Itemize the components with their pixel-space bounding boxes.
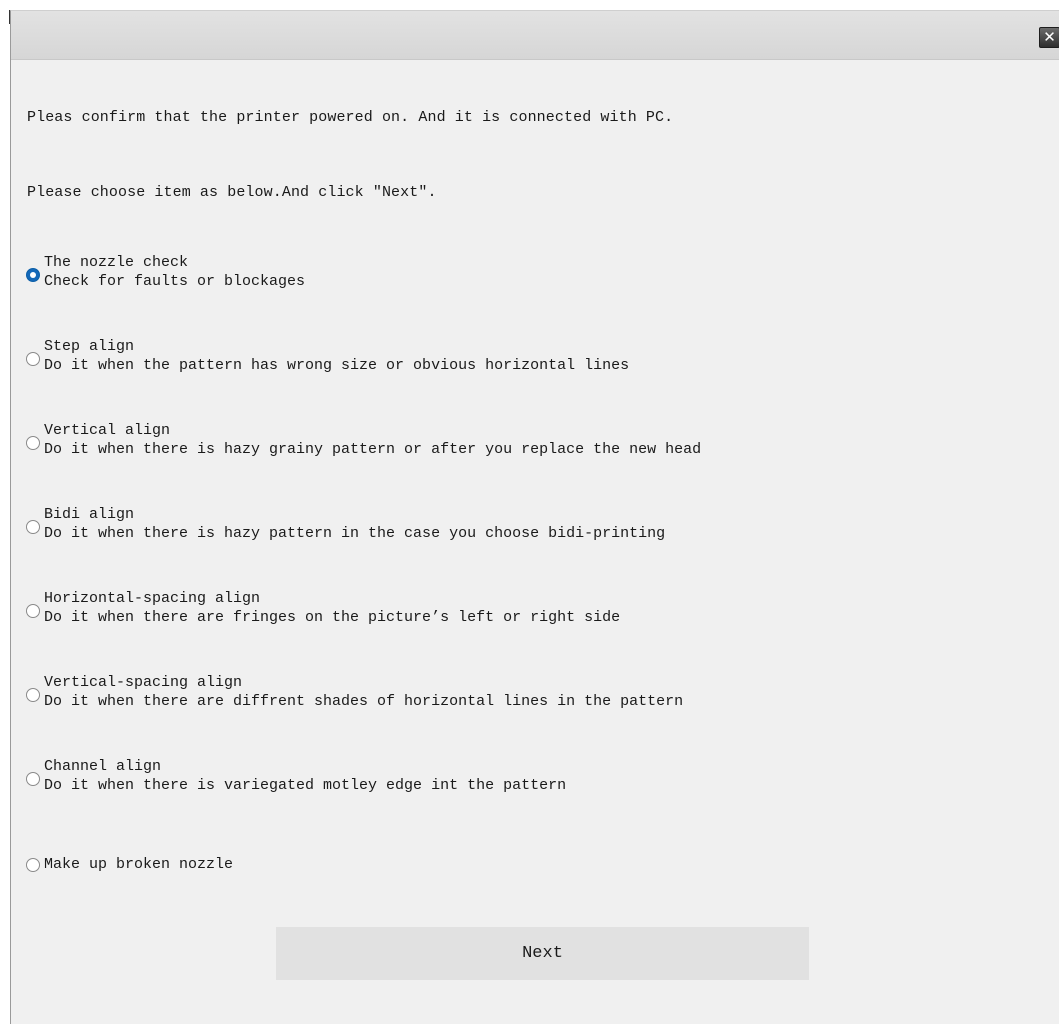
radio-button[interactable]: [26, 436, 40, 450]
option-title: Make up broken nozzle: [44, 856, 234, 873]
title-bar[interactable]: ✕: [11, 11, 1059, 60]
next-button[interactable]: Next: [276, 927, 809, 980]
option-bidi-align[interactable]: Bidi align Do it when there is hazy patt…: [26, 506, 926, 550]
option-nozzle-check[interactable]: The nozzle check Check for faults or blo…: [26, 254, 926, 298]
option-description: Do it when there is variegated motley ed…: [44, 777, 567, 794]
option-channel-align[interactable]: Channel align Do it when there is varieg…: [26, 758, 926, 802]
option-horizontal-spacing-align[interactable]: Horizontal-spacing align Do it when ther…: [26, 590, 926, 634]
close-icon: ✕: [1043, 28, 1056, 46]
printer-maintenance-dialog: ✕ Pleas confirm that the printer powered…: [10, 10, 1059, 1024]
radio-button[interactable]: [26, 604, 40, 618]
option-make-up-broken-nozzle[interactable]: Make up broken nozzle: [26, 856, 926, 880]
radio-button[interactable]: [26, 352, 40, 366]
option-title: Channel align: [44, 758, 162, 775]
radio-button[interactable]: [26, 268, 40, 282]
option-vertical-align[interactable]: Vertical align Do it when there is hazy …: [26, 422, 926, 466]
option-title: Step align: [44, 338, 135, 355]
option-description: Do it when the pattern has wrong size or…: [44, 357, 630, 374]
option-step-align[interactable]: Step align Do it when the pattern has wr…: [26, 338, 926, 382]
option-title: The nozzle check: [44, 254, 189, 271]
option-title: Bidi align: [44, 506, 135, 523]
radio-button[interactable]: [26, 772, 40, 786]
radio-button[interactable]: [26, 688, 40, 702]
radio-button[interactable]: [26, 858, 40, 872]
confirm-message: Pleas confirm that the printer powered o…: [27, 109, 674, 126]
option-description: Do it when there are fringes on the pict…: [44, 609, 621, 626]
option-description: Check for faults or blockages: [44, 273, 306, 290]
option-vertical-spacing-align[interactable]: Vertical-spacing align Do it when there …: [26, 674, 926, 718]
option-title: Vertical-spacing align: [44, 674, 243, 691]
option-title: Vertical align: [44, 422, 171, 439]
close-button[interactable]: ✕: [1039, 27, 1059, 48]
instruction-message: Please choose item as below.And click "N…: [27, 184, 437, 201]
dialog-content: Pleas confirm that the printer powered o…: [11, 59, 1059, 1025]
option-description: Do it when there is hazy pattern in the …: [44, 525, 666, 542]
option-description: Do it when there are diffrent shades of …: [44, 693, 684, 710]
option-title: Horizontal-spacing align: [44, 590, 261, 607]
radio-button[interactable]: [26, 520, 40, 534]
option-description: Do it when there is hazy grainy pattern …: [44, 441, 702, 458]
